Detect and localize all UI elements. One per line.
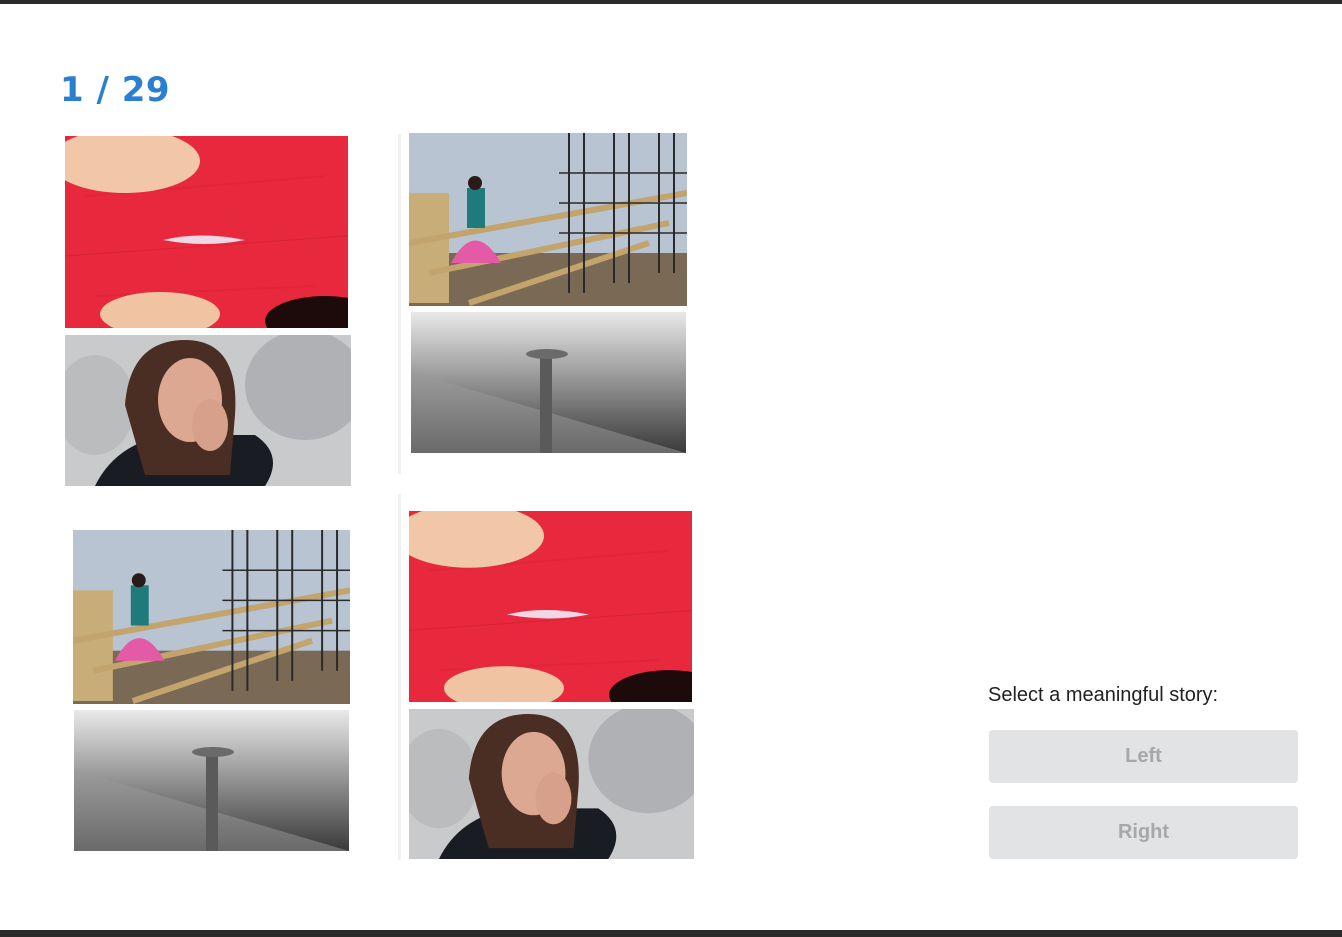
question-prompt: Select a meaningful story: bbox=[988, 684, 1219, 706]
torn-fabric-photo bbox=[65, 136, 348, 328]
construction-dancer-photo bbox=[409, 133, 687, 306]
progress-current: 1 bbox=[60, 70, 85, 110]
story-selection-dialog: 1 / 29 Select a meaningful story: Left R… bbox=[0, 4, 1342, 930]
option-divider-top bbox=[398, 134, 401, 474]
nail-photo bbox=[74, 710, 349, 851]
nail-photo bbox=[411, 312, 686, 453]
crying-woman-photo bbox=[409, 709, 694, 859]
right-option-button[interactable]: Right bbox=[989, 806, 1298, 859]
torn-fabric-photo bbox=[409, 511, 692, 702]
crying-woman-photo bbox=[65, 335, 351, 486]
construction-dancer-photo bbox=[73, 530, 350, 704]
option-divider-bottom bbox=[398, 494, 401, 860]
left-option-button[interactable]: Left bbox=[989, 730, 1298, 783]
progress-separator: / bbox=[84, 70, 122, 110]
progress-counter: 1 / 29 bbox=[60, 70, 170, 110]
progress-total: 29 bbox=[121, 70, 171, 110]
